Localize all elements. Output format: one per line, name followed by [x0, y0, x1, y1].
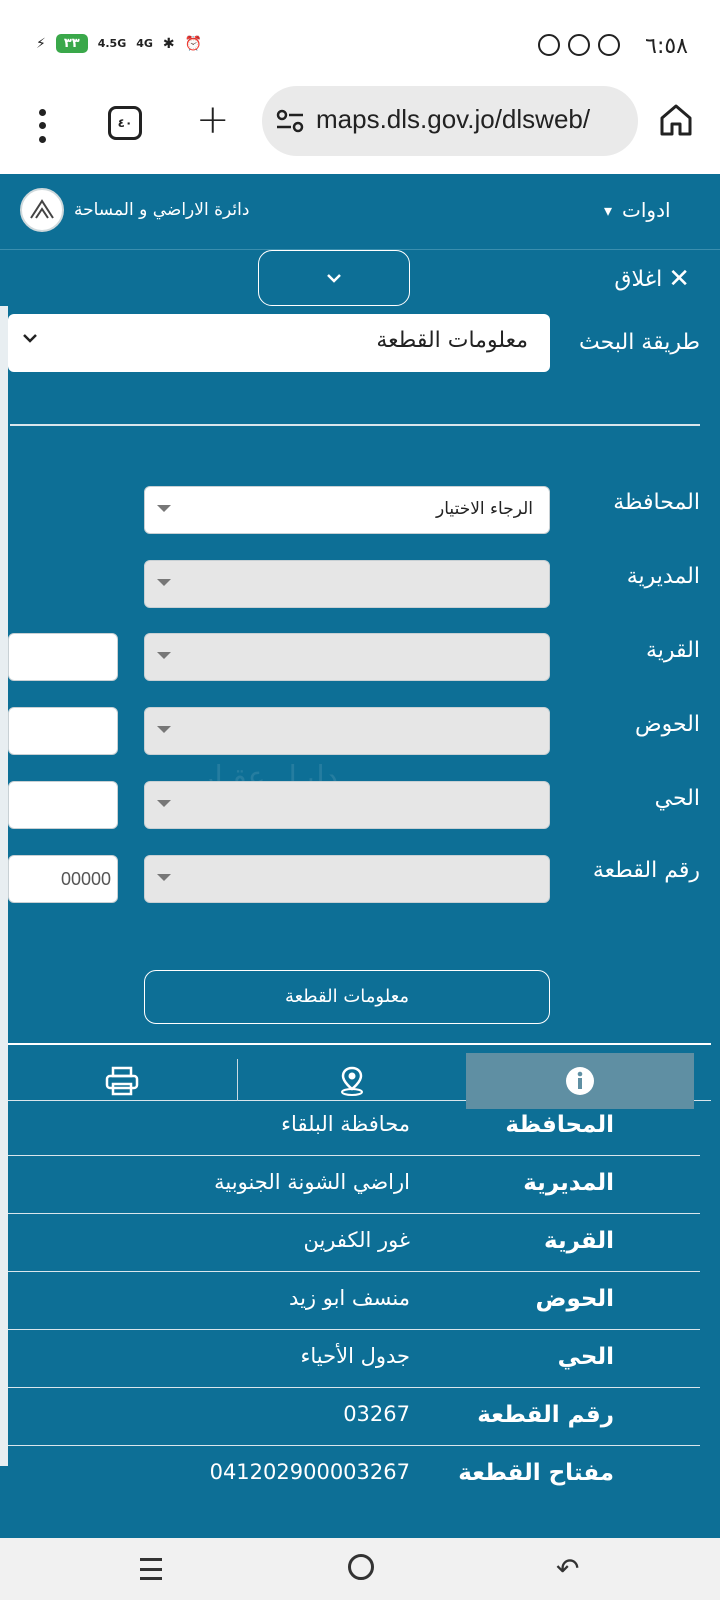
directorate-select[interactable] [144, 560, 550, 608]
chevron-down-icon [327, 274, 341, 283]
collapse-panel-button[interactable] [258, 250, 410, 306]
info-label: المحافظة [505, 1112, 614, 1138]
notification-icons [538, 34, 620, 56]
home-icon[interactable] [658, 102, 694, 138]
info-row-neighborhood: الحي جدول الأحياء [8, 1330, 700, 1388]
info-label: القرية [544, 1228, 614, 1254]
info-label: رقم القطعة [477, 1402, 614, 1428]
tools-label: ادوات [622, 198, 671, 222]
basin-label: الحوض [635, 712, 700, 737]
new-tab-button[interactable]: + [196, 98, 230, 142]
status-left-icons: ⚡ ٣٣ 4.5G 4G ✱ ⏰ [36, 34, 202, 53]
close-panel-button[interactable]: ✕ اغلاق [614, 264, 690, 294]
info-row-village: القرية غور الكفرين [8, 1214, 700, 1272]
info-row-parcel-key: مفتاح القطعة 041202900003267 [8, 1446, 700, 1504]
divider [10, 424, 700, 426]
info-value: اراضي الشونة الجنوبية [214, 1170, 410, 1194]
info-value: جدول الأحياء [300, 1344, 410, 1368]
signal-icon-2: 4G [136, 37, 153, 50]
search-method-select[interactable]: معلومات القطعة [8, 314, 550, 372]
back-icon[interactable]: ↶ [556, 1552, 579, 1585]
bluetooth-icon: ✱ [162, 35, 175, 52]
browser-menu-icon[interactable] [30, 106, 54, 146]
info-value: 041202900003267 [209, 1460, 410, 1484]
info-row-governorate: المحافظة محافظة البلقاء [8, 1098, 700, 1156]
dropdown-caret-icon [157, 800, 171, 807]
instagram-icon [538, 34, 560, 56]
village-label: القرية [645, 638, 700, 663]
info-row-parcel-number: رقم القطعة 03267 [8, 1388, 700, 1446]
basin-code-input[interactable] [8, 707, 118, 755]
info-label: الحي [557, 1344, 614, 1370]
panel-edge [0, 306, 8, 1466]
chevron-down-icon: ▾ [604, 200, 613, 220]
info-label: المديرية [523, 1170, 614, 1196]
village-code-input[interactable] [8, 633, 118, 681]
neighborhood-code-input[interactable] [8, 781, 118, 829]
governorate-value: الرجاء الاختيار [436, 499, 533, 519]
village-select[interactable] [144, 633, 550, 681]
governorate-label: المحافظة [613, 490, 700, 515]
browser-toolbar: ٤٠ + maps.dls.gov.jo/dlsweb/ [0, 86, 720, 174]
info-label: الحوض [535, 1286, 614, 1312]
info-value: 03267 [343, 1402, 410, 1426]
alarm-icon: ⏰ [184, 35, 203, 52]
close-icon: ✕ [668, 264, 690, 294]
app-header: دائرة الاراضي و المساحة ادوات ▾ [0, 174, 720, 250]
result-tabs [8, 1043, 711, 1109]
governorate-select[interactable]: الرجاء الاختيار [144, 486, 550, 534]
url-text: maps.dls.gov.jo/dlsweb/ [316, 104, 591, 134]
neighborhood-select[interactable] [144, 781, 550, 829]
close-label: اغلاق [614, 266, 663, 292]
search-panel: ✕ اغلاق طريقة البحث معلومات القطعة دليـل… [0, 250, 720, 1538]
search-method-value: معلومات القطعة [376, 328, 528, 353]
system-nav-bar: ↶ [0, 1538, 720, 1600]
charging-icon: ⚡ [36, 35, 46, 52]
info-value: محافظة البلقاء [281, 1112, 410, 1136]
signal-icon-1: 4.5G [97, 37, 127, 50]
chat-icon [598, 34, 620, 56]
parcel-number-input[interactable]: 00000 [8, 855, 118, 903]
info-value: منسف ابو زيد [289, 1286, 410, 1310]
info-row-directorate: المديرية اراضي الشونة الجنوبية [8, 1156, 700, 1214]
tabs-count-button[interactable]: ٤٠ [108, 106, 142, 140]
messenger-icon [568, 34, 590, 56]
brand-name: دائرة الاراضي و المساحة [74, 200, 250, 220]
dls-logo [20, 188, 64, 232]
chevron-down-icon [23, 334, 37, 343]
dropdown-caret-icon [157, 874, 171, 881]
brand[interactable]: دائرة الاراضي و المساحة [20, 188, 249, 232]
info-row-basin: الحوض منسف ابو زيد [8, 1272, 700, 1330]
info-value: غور الكفرين [303, 1228, 410, 1252]
recent-apps-icon[interactable] [140, 1558, 164, 1580]
parcel-number-label: رقم القطعة [592, 858, 700, 883]
parcel-info-button[interactable]: معلومات القطعة [144, 970, 550, 1024]
parcel-number-select[interactable] [144, 855, 550, 903]
battery-indicator: ٣٣ [55, 34, 88, 53]
printer-icon [105, 1066, 139, 1096]
dropdown-caret-icon [157, 505, 171, 512]
tools-menu[interactable]: ادوات ▾ [604, 198, 671, 222]
home-circle-icon[interactable] [348, 1554, 374, 1580]
info-icon [566, 1067, 594, 1095]
site-settings-icon[interactable] [276, 108, 304, 134]
address-bar[interactable]: maps.dls.gov.jo/dlsweb/ [262, 86, 638, 156]
clock: ٦:٥٨ [645, 34, 688, 59]
directorate-label: المديرية [626, 564, 700, 589]
dropdown-caret-icon [157, 652, 171, 659]
map-pin-icon [341, 1066, 363, 1096]
status-bar: ⚡ ٣٣ 4.5G 4G ✱ ⏰ ٦:٥٨ [0, 0, 720, 86]
dropdown-caret-icon [157, 726, 171, 733]
search-method-label: طريقة البحث [579, 330, 700, 355]
basin-select[interactable] [144, 707, 550, 755]
dropdown-caret-icon [157, 579, 171, 586]
info-label: مفتاح القطعة [458, 1460, 614, 1486]
neighborhood-label: الحي [654, 786, 700, 811]
